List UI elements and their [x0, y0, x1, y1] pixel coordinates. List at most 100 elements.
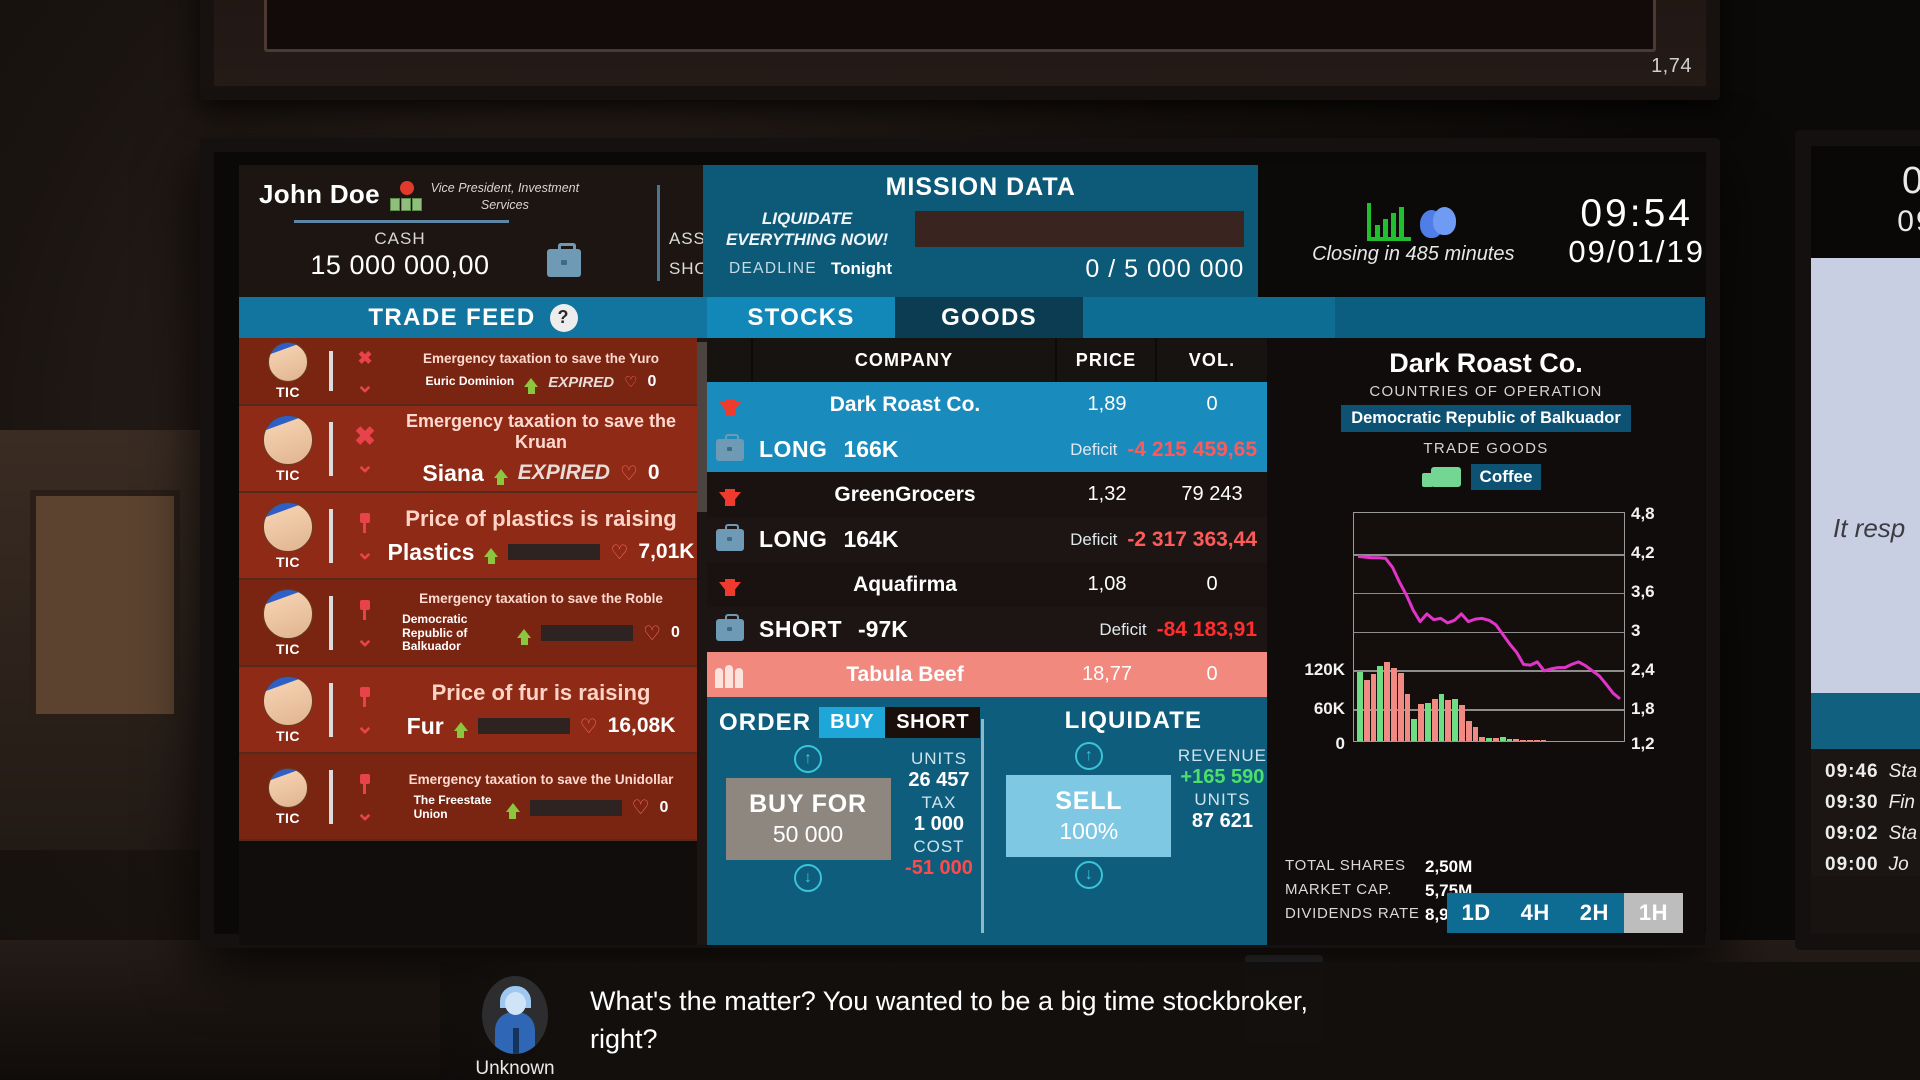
dialogue-text: What's the matter? You wanted to be a bi… — [590, 986, 1309, 1055]
increase-sell-icon[interactable]: ↑ — [1074, 742, 1103, 770]
stock-price: 1,08 — [1087, 573, 1127, 595]
stock-price: 1,32 — [1087, 483, 1127, 505]
feed-scrollbar[interactable] — [697, 338, 707, 945]
feed-source: TIC — [275, 466, 301, 483]
timeframe-2h[interactable]: 2H — [1564, 893, 1624, 933]
bar-chart-icon — [1366, 202, 1413, 241]
buy-button[interactable]: BUY FOR 50 000 — [725, 778, 891, 860]
feed-item[interactable]: TIC ⌄ Price of fur is raising Fur ♡ 16,0… — [239, 667, 707, 754]
timeframe-4h[interactable]: 4H — [1505, 893, 1565, 933]
feed-entity: The Freestate Union — [413, 792, 492, 821]
handshake-avatar-icon — [268, 767, 308, 808]
country-chip[interactable]: Democratic Republic of Balkuador — [1341, 405, 1631, 432]
table-row[interactable]: GreenGrocers 1,32 79 243 — [707, 472, 1267, 517]
feed-headline: Emergency taxation to save the Yuro — [422, 351, 660, 366]
terminal-body: TIC ✖ ⌄ Emergency taxation to save the Y… — [239, 338, 1705, 945]
log-time: 09:00 — [1825, 854, 1879, 875]
table-row[interactable]: Aquafirma 1,08 0 — [707, 562, 1267, 607]
decrease-buy-icon[interactable]: ↓ — [794, 864, 822, 892]
detail-company-name: Dark Roast Co. — [1389, 348, 1583, 378]
feed-item[interactable]: TIC ⌄ Emergency taxation to save the Rob… — [239, 580, 707, 667]
position-qty: 164K — [843, 526, 899, 552]
heart-icon: ♡ — [643, 622, 662, 645]
feed-content: Emergency taxation to save the Kruan Sia… — [385, 411, 697, 487]
feed-divider — [329, 421, 333, 476]
feed-likes: 0 — [647, 461, 660, 484]
dialogue-box[interactable]: Unknown What's the matter? You wanted to… — [440, 962, 1920, 1080]
right-monitor-clock: 09:5 09/01/ — [1811, 146, 1920, 258]
feed-divider — [329, 682, 333, 737]
feed-entity: Fur — [406, 712, 444, 739]
feed-meta-row: Democratic Republic of Balkuador ♡ 0 — [385, 612, 697, 654]
trade-feed-header: TRADE FEED ? — [239, 297, 707, 338]
feed-item[interactable]: TIC ⌄ Emergency taxation to save the Uni… — [239, 754, 707, 841]
market-cap-row: MARKET CAP. 5,75M — [1285, 881, 1473, 901]
y-tick-right: 2,4 — [1631, 660, 1655, 679]
game-scene: 1,74 09:5 09/01/ It resp 09:46 Sta 09:30 F… — [0, 0, 1920, 1080]
sell-button[interactable]: SELL 100% — [1006, 775, 1172, 857]
green-up-arrow-icon — [493, 468, 508, 485]
deficit-label: Deficit — [1099, 619, 1147, 639]
tax-label: TAX — [921, 793, 957, 812]
top-monitor: 1,74 — [200, 0, 1720, 100]
cost-label: COST — [913, 837, 965, 856]
increase-buy-icon[interactable]: ↑ — [794, 745, 822, 773]
sell-button-label: SELL — [1055, 787, 1123, 815]
y-tick-left: 60K — [1313, 699, 1345, 718]
feed-item[interactable]: TIC ✖ ⌄ Emergency taxation to save the Y… — [239, 338, 707, 406]
short-tab[interactable]: SHORT — [885, 707, 981, 738]
table-row[interactable]: Tabula Beef 18,77 0 — [707, 652, 1267, 697]
green-up-arrow-icon — [524, 377, 539, 394]
trade-feed-title: TRADE FEED — [368, 303, 536, 331]
cash-block: CASH 15 000 000,00 — [239, 229, 703, 281]
buy-stepper: ↑ BUY FOR 50 000 ↓ — [719, 745, 897, 892]
table-row[interactable]: LONG 166K Deficit -4 215 459,65 — [707, 427, 1267, 472]
feed-entity: Siana — [422, 459, 484, 486]
countries-label: COUNTRIES OF OPERATION — [1369, 383, 1603, 400]
feed-content: Price of fur is raising Fur ♡ 16,08K — [385, 680, 697, 740]
order-section-divider — [980, 719, 984, 933]
trade-goods-label: TRADE GOODS — [1423, 440, 1549, 457]
feed-item[interactable]: TIC ⌄ Price of plastics is raising Plast… — [239, 493, 707, 580]
feed-icon-column: ⌄ — [345, 599, 385, 650]
decrease-sell-icon[interactable]: ↓ — [1074, 861, 1103, 889]
money-plant-icon — [389, 181, 424, 211]
tab-strip: TRADE FEED ? STOCKS GOODS — [239, 297, 1705, 338]
desk-left-object — [0, 430, 200, 850]
stock-name: Aquafirma — [853, 572, 957, 596]
tab-stocks[interactable]: STOCKS — [707, 297, 895, 338]
table-row[interactable]: SHORT -97K Deficit -84 183,91 — [707, 607, 1267, 652]
table-row[interactable]: LONG 164K Deficit -2 317 363,44 — [707, 517, 1267, 562]
cost-value: -51 000 — [905, 857, 973, 879]
feed-meta-row: Siana EXPIRED ♡ 0 — [385, 460, 697, 487]
liq-units-label: UNITS — [1194, 790, 1251, 809]
y-tick-right: 3,6 — [1631, 582, 1655, 601]
chevron-down-icon: ⌄ — [355, 712, 375, 738]
theater-masks-icon — [1419, 206, 1460, 241]
chevron-down-icon: ⌄ — [355, 538, 375, 564]
buy-tab[interactable]: BUY — [819, 707, 886, 738]
trend-down-icon — [707, 398, 753, 416]
trade-feed-list[interactable]: TIC ✖ ⌄ Emergency taxation to save the Y… — [239, 338, 707, 945]
sell-button-percent: 100% — [1059, 818, 1119, 844]
timeframe-1h[interactable]: 1H — [1623, 893, 1683, 933]
portfolio-icon — [707, 523, 753, 551]
timeframe-1d[interactable]: 1D — [1446, 893, 1506, 933]
good-chip[interactable]: Coffee — [1470, 464, 1542, 490]
price-chart: 4,8 4,2 3,6 3 2,4 1,8 1,2 120K 60K 0 — [1267, 504, 1705, 754]
timeframe-buttons: 1D 4H 2H 1H — [1446, 893, 1683, 933]
feed-gauge — [508, 544, 601, 560]
order-mode-toggle[interactable]: BUY SHORT — [819, 707, 981, 738]
feed-item[interactable]: TIC ✖ ⌄ Emergency taxation to save the K… — [239, 406, 707, 493]
tab-goods[interactable]: GOODS — [895, 297, 1083, 338]
stock-volume: 79 243 — [1181, 483, 1243, 505]
feed-scrollbar-thumb[interactable] — [697, 342, 707, 512]
help-icon[interactable]: ? — [549, 303, 578, 332]
close-icon: ✖ — [354, 420, 376, 451]
table-row[interactable]: Dark Roast Co. 1,89 0 — [707, 382, 1267, 427]
stock-table-header: COMPANY PRICE VOL. — [707, 338, 1267, 382]
log-event: Jo — [1888, 854, 1909, 875]
feed-meta-row: Fur ♡ 16,08K — [385, 713, 697, 740]
feed-likes: 0 — [671, 624, 680, 642]
liq-units-value: 87 621 — [1191, 810, 1253, 832]
